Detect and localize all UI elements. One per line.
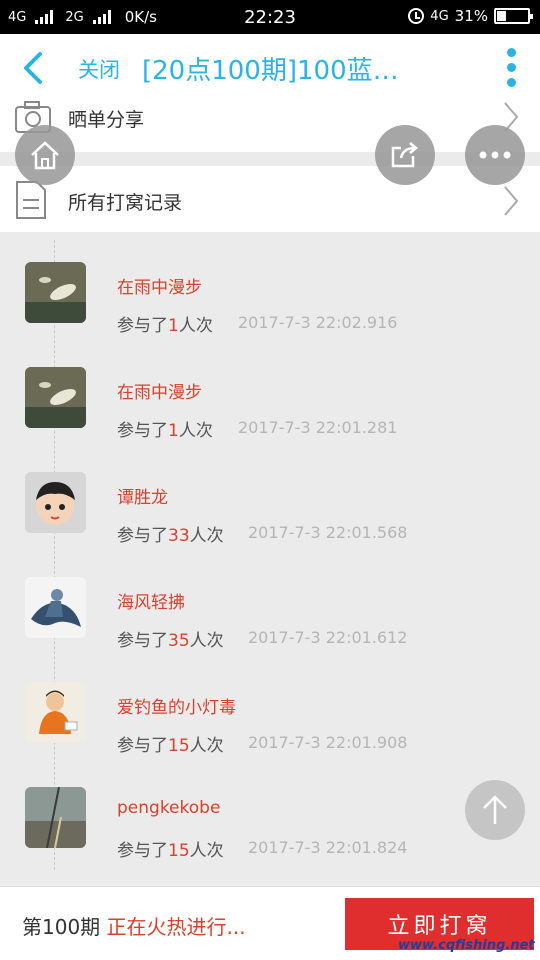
user-name[interactable]: pengkekobe <box>117 798 220 818</box>
list-item[interactable]: 谭胜龙 参与了33人次 2017-7-3 22:01.568 <box>0 450 540 555</box>
alarm-icon <box>408 8 425 24</box>
avatar[interactable] <box>25 577 86 638</box>
scroll-top-button[interactable] <box>465 780 525 840</box>
home-icon <box>31 141 59 170</box>
menu-section: 晒单分享 所有打窝记录 <box>0 100 540 232</box>
ellipsis-icon <box>479 151 511 159</box>
list-item[interactable]: pengkekobe 参与了15人次 2017-7-3 22:01.824 <box>0 765 540 870</box>
join-time: 2017-7-3 22:01.568 <box>248 523 408 542</box>
avatar[interactable] <box>25 367 86 428</box>
more-button[interactable] <box>465 125 525 185</box>
avatar[interactable] <box>25 472 86 533</box>
share-label: 晒单分享 <box>68 109 145 131</box>
list-item[interactable]: 在雨中漫步 参与了1人次 2017-7-3 22:02.916 <box>0 240 540 345</box>
records-row[interactable]: 所有打窝记录 <box>0 166 540 232</box>
records-list: 在雨中漫步 参与了1人次 2017-7-3 22:02.916 在雨中漫步 参与… <box>0 240 540 870</box>
join-count: 参与了15人次 <box>117 841 224 861</box>
join-time: 2017-7-3 22:02.916 <box>238 313 398 332</box>
join-time: 2017-7-3 22:01.612 <box>248 628 408 647</box>
page-title: [20点100期]100蓝… <box>142 56 399 86</box>
user-name[interactable]: 爱钓鱼的小灯毒 <box>117 693 236 718</box>
battery-percent: 31% <box>454 7 488 25</box>
user-name[interactable]: 在雨中漫步 <box>117 378 202 403</box>
join-count: 参与了33人次 <box>117 526 224 546</box>
join-count: 参与了1人次 <box>117 421 213 441</box>
title-bar: 关闭 [20点100期]100蓝… <box>0 34 540 100</box>
network-type-3: 4G <box>430 8 449 24</box>
chevron-right-icon <box>504 186 519 216</box>
avatar[interactable] <box>25 262 86 323</box>
document-icon <box>16 181 46 219</box>
list-item[interactable]: 海风轻拂 参与了35人次 2017-7-3 22:01.612 <box>0 555 540 660</box>
join-count: 参与了35人次 <box>117 631 224 651</box>
list-item[interactable]: 在雨中漫步 参与了1人次 2017-7-3 22:01.281 <box>0 345 540 450</box>
battery-fill <box>497 11 506 21</box>
period-status: 第100期 正在火热进行... <box>22 915 246 939</box>
avatar[interactable] <box>25 787 86 848</box>
share-button[interactable] <box>375 125 435 185</box>
status-right: 4G 31% <box>408 7 533 25</box>
share-icon <box>391 142 418 168</box>
home-button[interactable] <box>15 125 75 185</box>
join-time: 2017-7-3 22:01.908 <box>248 733 408 752</box>
join-time: 2017-7-3 22:01.824 <box>248 838 408 857</box>
records-label: 所有打窝记录 <box>68 192 183 214</box>
join-count: 参与了1人次 <box>117 316 213 336</box>
menu-divider <box>0 152 540 166</box>
list-item[interactable]: 爱钓鱼的小灯毒 参与了15人次 2017-7-3 22:01.908 <box>0 660 540 765</box>
join-count: 参与了15人次 <box>117 736 224 756</box>
avatar[interactable] <box>25 682 86 743</box>
status-bar: 4G 2G 0K/s 22:23 4G 31% <box>0 0 540 34</box>
battery-icon <box>494 8 533 24</box>
user-name[interactable]: 在雨中漫步 <box>117 273 202 298</box>
user-name[interactable]: 谭胜龙 <box>117 483 168 508</box>
user-name[interactable]: 海风轻拂 <box>117 588 185 613</box>
more-dots-icon[interactable] <box>504 48 518 88</box>
close-button[interactable]: 关闭 <box>78 54 120 84</box>
share-row[interactable]: 晒单分享 <box>0 100 540 152</box>
join-time: 2017-7-3 22:01.281 <box>238 418 398 437</box>
watermark: www.cqfishing.net <box>398 938 535 953</box>
back-arrow-icon[interactable] <box>18 50 50 86</box>
arrow-up-icon <box>483 795 507 824</box>
